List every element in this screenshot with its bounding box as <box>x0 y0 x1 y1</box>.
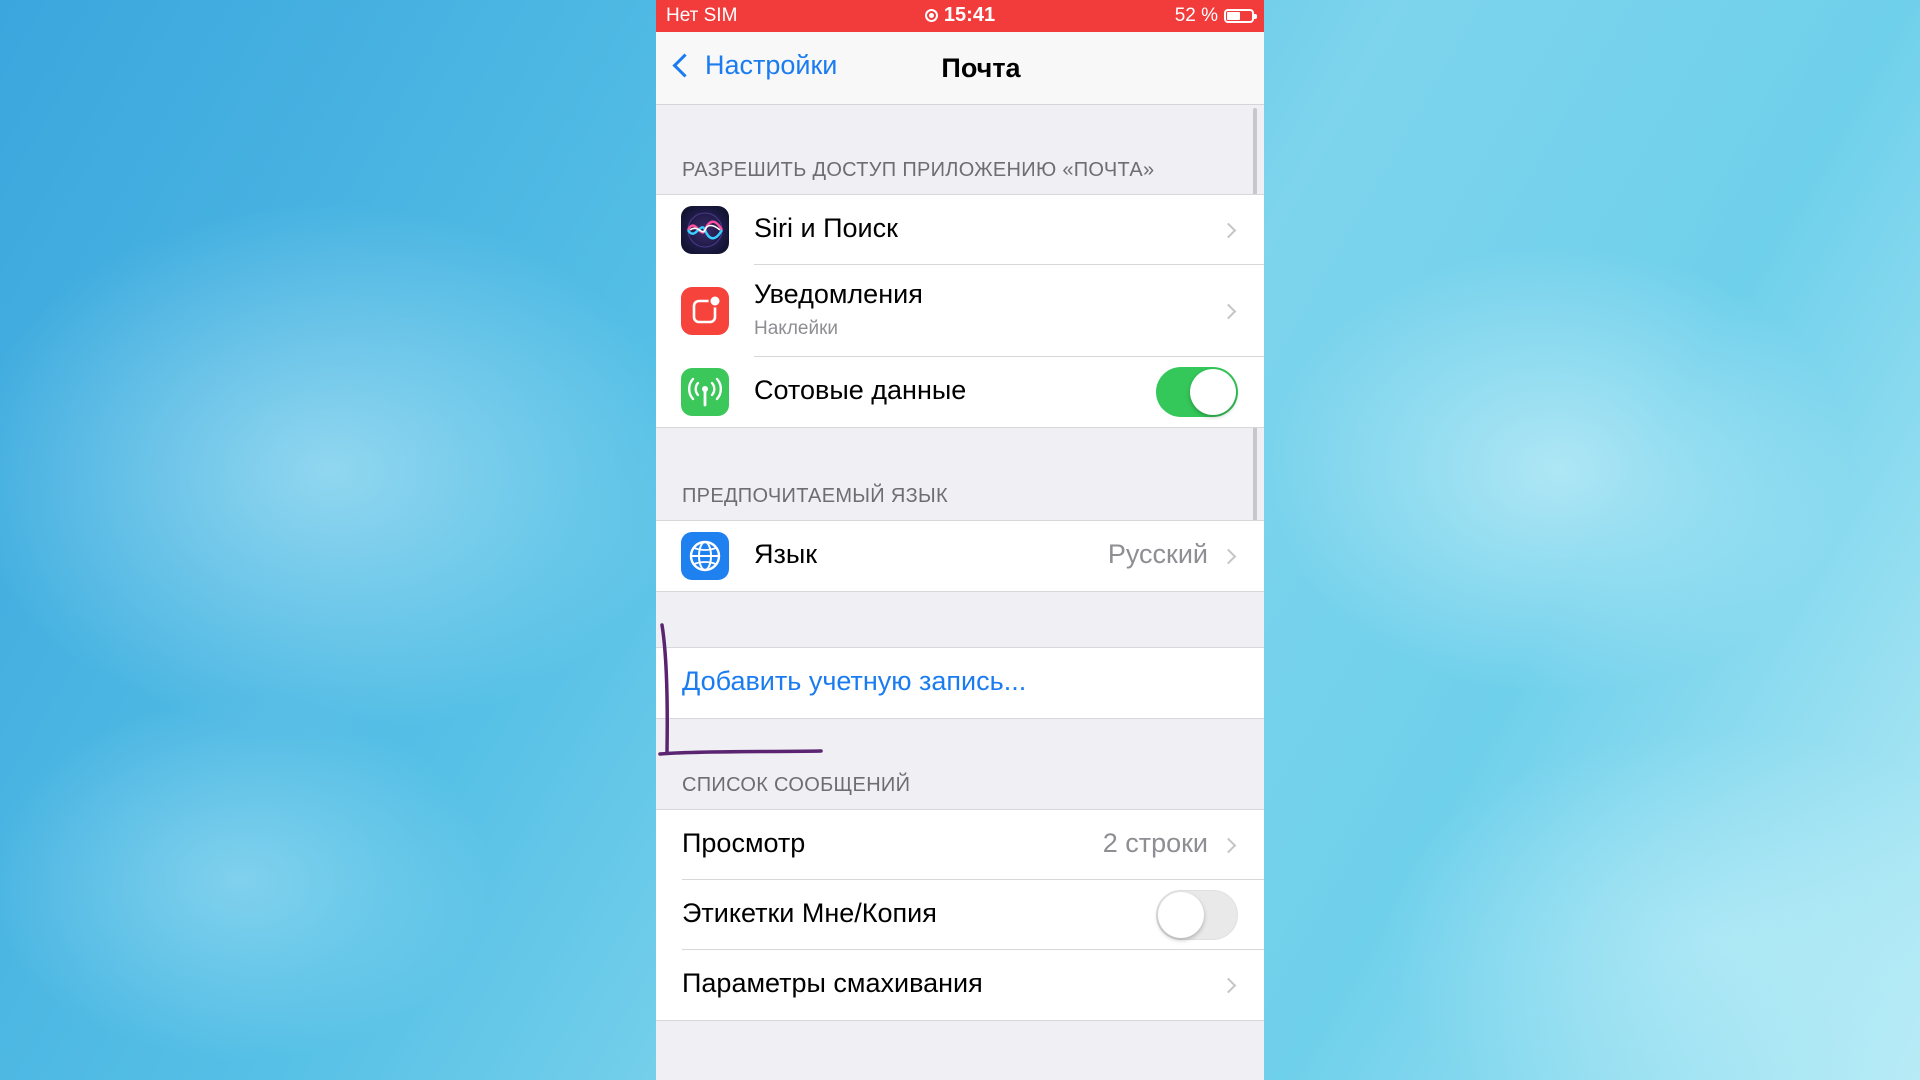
notifications-sublabel: Наклейки <box>754 318 839 339</box>
chevron-right-icon <box>1220 837 1237 854</box>
preview-value: 2 строки <box>1102 828 1208 858</box>
language-label: Язык <box>754 539 818 569</box>
toggle-knob <box>1158 892 1204 938</box>
chevron-right-icon <box>1220 303 1237 320</box>
status-time-group: 15:41 <box>656 4 1264 27</box>
cellular-data-row: Сотовые данные <box>656 357 1264 427</box>
section-header-messages: СПИСОК СООБЩЕНИЙ <box>682 774 911 796</box>
siri-search-row[interactable]: Siri и Поиск <box>656 195 1264 265</box>
preview-label: Просмотр <box>682 828 806 858</box>
chevron-right-icon <box>1220 548 1237 565</box>
screen-recording-icon <box>924 9 938 22</box>
chevron-right-icon <box>1220 977 1237 994</box>
to-cc-labels-toggle[interactable] <box>1156 890 1238 940</box>
phone-screen: Нет SIM 15:41 52 % Настройки Почта РАЗРЕ… <box>656 0 1264 1080</box>
status-time: 15:41 <box>943 4 996 26</box>
status-bar: Нет SIM 15:41 52 % <box>656 0 1264 32</box>
chevron-right-icon <box>1220 222 1237 239</box>
notifications-row[interactable]: Уведомления Наклейки <box>656 265 1264 357</box>
language-group: Язык Русский <box>656 520 1264 592</box>
add-account-row[interactable]: Добавить учетную запись... <box>656 648 1264 718</box>
cellular-data-label: Сотовые данные <box>754 375 967 405</box>
add-account-group: Добавить учетную запись... <box>656 647 1264 719</box>
siri-icon <box>681 206 729 254</box>
cellular-antenna-icon <box>681 368 729 416</box>
toggle-knob <box>1190 369 1236 415</box>
add-account-link[interactable]: Добавить учетную запись... <box>682 666 1026 697</box>
access-group: Siri и Поиск Уведомления Наклейки Сотовы… <box>656 194 1264 428</box>
messages-group: Просмотр 2 строки Этикетки Мне/Копия Пар… <box>656 809 1264 1021</box>
notifications-label: Уведомления <box>754 279 923 309</box>
language-row[interactable]: Язык Русский <box>656 521 1264 591</box>
globe-icon <box>681 532 729 580</box>
navigation-bar: Настройки Почта <box>656 32 1264 105</box>
cellular-data-toggle[interactable] <box>1156 367 1238 417</box>
section-header-language: ПРЕДПОЧИТАЕМЫЙ ЯЗЫК <box>682 485 948 507</box>
page-title: Почта <box>941 53 1021 83</box>
battery-icon <box>1224 9 1257 23</box>
preview-row[interactable]: Просмотр 2 строки <box>656 810 1264 880</box>
language-value: Русский <box>1107 539 1208 569</box>
notifications-icon <box>681 287 729 335</box>
section-header-access: РАЗРЕШИТЬ ДОСТУП ПРИЛОЖЕНИЮ «ПОЧТА» <box>682 159 1155 181</box>
swipe-options-row[interactable]: Параметры смахивания <box>656 950 1264 1020</box>
siri-search-label: Siri и Поиск <box>754 213 898 243</box>
swipe-options-label: Параметры смахивания <box>682 968 983 998</box>
battery-percent: 52 % <box>1174 5 1218 26</box>
battery-group: 52 % <box>1174 5 1257 27</box>
to-cc-labels-label: Этикетки Мне/Копия <box>682 898 937 928</box>
to-cc-labels-row: Этикетки Мне/Копия <box>656 880 1264 950</box>
